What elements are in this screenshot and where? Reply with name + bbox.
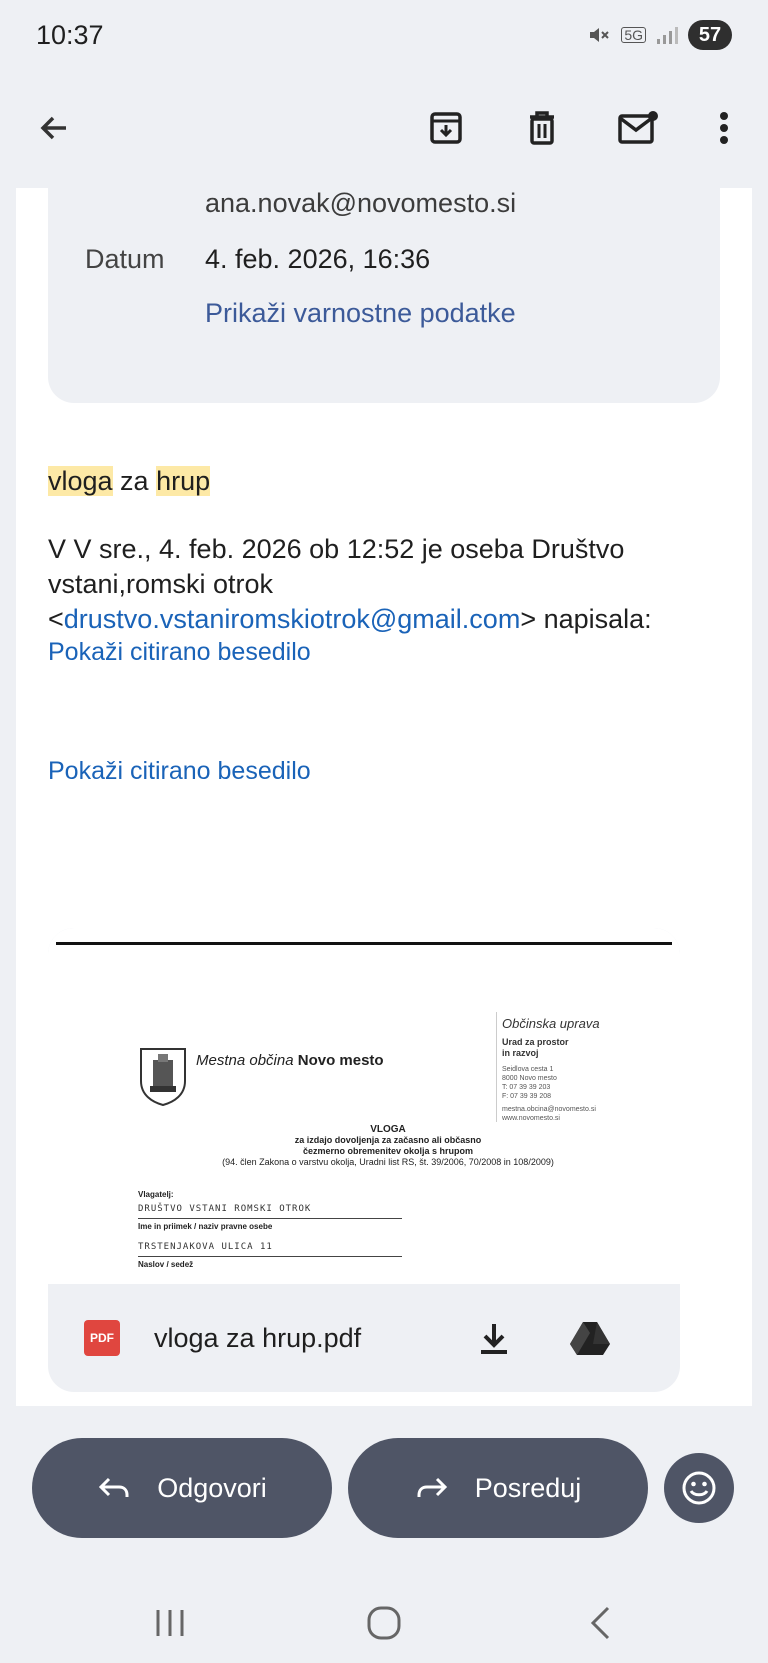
system-back-icon[interactable] (570, 1593, 630, 1653)
date-value: 4. feb. 2026, 16:36 (205, 244, 431, 274)
office-address-1: Seidlova cesta 1 (502, 1066, 554, 1073)
office-phone: T: 07 39 39 203 (502, 1084, 551, 1091)
app-bar (0, 72, 768, 188)
forward-label: Posreduj (474, 1472, 582, 1503)
municipality-prefix: Mestna občina (196, 1052, 298, 1069)
intro-end-text: > napisala: (520, 604, 652, 634)
subject-word-hrup: hrup (156, 466, 211, 496)
message-subject: vloga za hrup (48, 466, 211, 497)
form-underline (138, 1256, 402, 1257)
sender-email-link[interactable]: drustvo.vstaniromskiotrok@gmail.com (64, 604, 521, 634)
more-vert-icon[interactable] (694, 98, 754, 158)
status-time: 10:37 (36, 20, 104, 50)
download-icon[interactable] (470, 1314, 518, 1362)
form-label-applicant: Vlagatelj: (138, 1190, 174, 1199)
document-title: VLOGA (370, 1124, 406, 1135)
home-icon[interactable] (354, 1593, 414, 1653)
status-icons: 5G 57 (587, 20, 732, 50)
pdf-icon: PDF (84, 1320, 120, 1356)
form-value-address: TRSTENJAKOVA ULICA 11 (138, 1242, 273, 1252)
office-dept-1: Urad za prostor (502, 1037, 569, 1047)
form-value-applicant: DRUŠTVO VSTANI ROMSKI OTROK (138, 1204, 312, 1214)
show-quoted-text-link[interactable]: Pokaži citirano besedilo (48, 638, 311, 667)
battery-indicator: 57 (688, 20, 732, 50)
back-arrow-icon[interactable] (24, 98, 84, 158)
attachment-filename[interactable]: vloga za hrup.pdf (154, 1323, 361, 1354)
document-subtitle-2: čezmerno obremenitev okolja s hrupom (302, 1146, 474, 1156)
document-subtitle-1: za izdajo dovoljenja za začasno ali obča… (294, 1135, 482, 1145)
subject-word-za: za (112, 466, 157, 496)
delete-icon[interactable] (512, 98, 572, 158)
save-to-drive-icon[interactable] (566, 1314, 614, 1362)
attachment-card[interactable]: Mestna občina Novo mesto Občinska uprava… (48, 928, 680, 1392)
status-bar: 10:37 5G 57 (0, 0, 768, 72)
message-body: V V sre., 4. feb. 2026 ob 12:52 je oseba… (48, 532, 688, 637)
bottom-action-bar: Odgovori Posreduj (0, 1406, 768, 1663)
document-subtitle-3: (94. člen Zakona o varstvu okolja, Uradn… (222, 1157, 554, 1167)
date-label: Datum (85, 244, 165, 274)
office-block: Občinska uprava Urad za prostor in razvo… (502, 1016, 600, 1123)
reply-button[interactable]: Odgovori (32, 1438, 332, 1538)
message-header-card: ana.novak@novomesto.si Datum 4. feb. 202… (48, 188, 720, 403)
office-title: Občinska uprava (502, 1016, 600, 1031)
attachment-bar: PDF vloga za hrup.pdf (48, 1284, 680, 1392)
form-label-name: Ime in priimek / naziv pravne osebe (138, 1222, 273, 1231)
document-title-block: VLOGA za izdajo dovoljenja za začasno al… (178, 1124, 598, 1168)
network-icon: 5G (621, 27, 646, 43)
letterhead-divider (496, 1012, 497, 1122)
show-quoted-text-link[interactable]: Pokaži citirano besedilo (48, 757, 311, 786)
message-content: ana.novak@novomesto.si Datum 4. feb. 202… (16, 188, 752, 1406)
attachment-preview[interactable]: Mestna občina Novo mesto Občinska uprava… (48, 928, 680, 1284)
mark-unread-icon[interactable] (608, 98, 668, 158)
office-dept-2: in razvoj (502, 1048, 539, 1058)
sender-email: ana.novak@novomesto.si (205, 188, 517, 218)
office-email: mestna.obcina@novomesto.si (502, 1106, 596, 1113)
forward-button[interactable]: Posreduj (348, 1438, 648, 1538)
emoji-icon (682, 1471, 716, 1505)
office-address-2: 8000 Novo mesto (502, 1075, 557, 1082)
municipality-name: Mestna občina Novo mesto (196, 1052, 384, 1069)
system-nav-bar (0, 1583, 768, 1663)
mute-icon (590, 28, 610, 42)
reply-icon (99, 1477, 129, 1497)
subject-word-vloga: vloga (48, 466, 113, 496)
form-label-address: Naslov / sedež (138, 1260, 194, 1269)
archive-icon[interactable] (416, 98, 476, 158)
office-web: www.novomesto.si (502, 1115, 560, 1122)
scan-edge-line (56, 942, 672, 945)
forward-icon (417, 1477, 447, 1497)
reply-label: Odgovori (157, 1472, 267, 1503)
municipality-bold: Novo mesto (297, 1052, 384, 1069)
form-underline (138, 1218, 402, 1219)
security-details-link[interactable]: Prikaži varnostne podatke (205, 298, 516, 329)
signal-icon (657, 27, 678, 44)
recents-icon[interactable] (140, 1593, 200, 1653)
coat-of-arms-icon (140, 1048, 186, 1106)
emoji-reaction-button[interactable] (664, 1453, 734, 1523)
office-fax: F: 07 39 39 208 (502, 1093, 552, 1100)
